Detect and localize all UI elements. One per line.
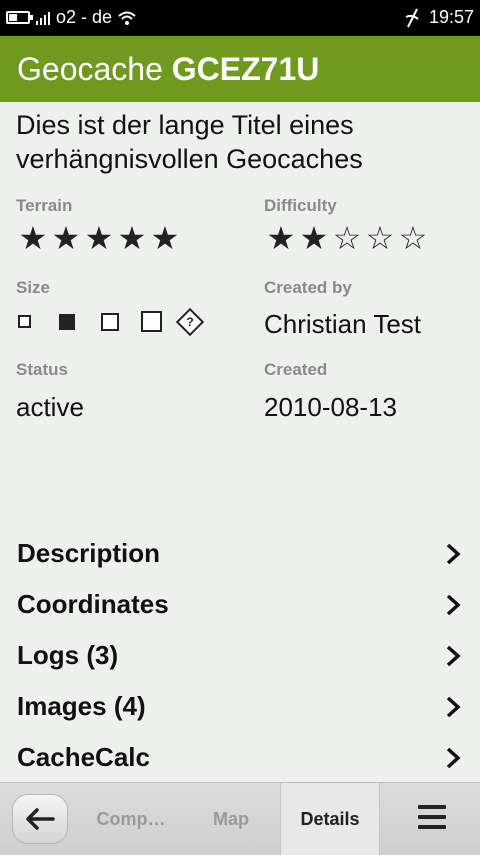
created-by-label: Created by [264,278,352,297]
cache-code: GCEZ71U [171,51,320,87]
menu-item-label: Logs (3) [17,640,119,670]
created-label: Created [264,360,328,379]
size-micro-icon [18,315,31,328]
menu-item-logs[interactable]: Logs (3) [0,630,480,681]
created-value: 2010-08-13 [264,392,397,422]
star-icon: ★ [84,220,114,256]
status-label: Status [16,360,68,379]
menu-item-images[interactable]: Images (4) [0,681,480,732]
back-arrow-icon [26,808,55,830]
signal-strength-icon [36,11,50,25]
detail-menu: Description Coordinates Logs (3) Images … [0,528,480,783]
star-outline-icon: ☆ [398,220,428,256]
battery-icon [6,11,33,24]
menu-item-label: Images (4) [17,691,146,721]
size-small-icon [59,313,75,330]
wifi-icon [118,11,136,25]
status-bar: o2 - de 19:57 [0,0,480,36]
tab-map[interactable]: Map [186,783,276,855]
header-prefix: Geocache [17,51,163,87]
chevron-right-icon [446,696,461,717]
terrain-label: Terrain [16,196,73,215]
difficulty-label: Difficulty [264,196,337,215]
carrier-name: o2 - de [56,7,113,27]
menu-item-label: Coordinates [17,589,169,619]
clock: 19:57 [428,7,474,27]
star-icon: ★ [51,220,81,256]
tab-compass[interactable]: Comp… [86,783,176,855]
size-rating: ? [18,307,205,336]
chevron-right-icon [446,594,461,615]
star-outline-icon: ☆ [332,220,362,256]
bottom-toolbar: Comp… Map Details [0,782,480,855]
star-icon: ★ [117,220,147,256]
size-label: Size [16,278,51,297]
menu-item-description[interactable]: Description [0,528,480,579]
menu-item-coordinates[interactable]: Coordinates [0,579,480,630]
terrain-rating: ★ ★ ★ ★ ★ [18,222,180,254]
menu-item-label: Description [17,538,161,568]
star-icon: ★ [299,220,329,256]
star-icon: ★ [150,220,180,256]
chevron-right-icon [446,543,461,564]
hamburger-menu-icon[interactable] [418,805,446,835]
created-by-value: Christian Test [264,309,422,339]
star-icon: ★ [18,220,48,256]
star-icon: ★ [266,220,296,256]
chevron-right-icon [446,747,461,768]
chevron-right-icon [446,645,461,666]
page-header: Geocache GCEZ71U [0,36,480,102]
size-large-icon [141,311,162,332]
usb-icon [405,8,419,27]
size-regular-icon [101,312,119,331]
back-button[interactable] [12,794,68,844]
star-outline-icon: ☆ [365,220,395,256]
size-unknown-icon: ? [175,307,205,336]
tab-details[interactable]: Details [280,783,380,855]
status-value: active [16,392,84,422]
menu-item-cachecalc[interactable]: CacheCalc [0,732,480,783]
cache-title: Dies ist der lange Titel eines verhängni… [16,110,363,174]
menu-item-label: CacheCalc [17,742,150,772]
difficulty-rating: ★ ★ ☆ ☆ ☆ [266,222,428,254]
